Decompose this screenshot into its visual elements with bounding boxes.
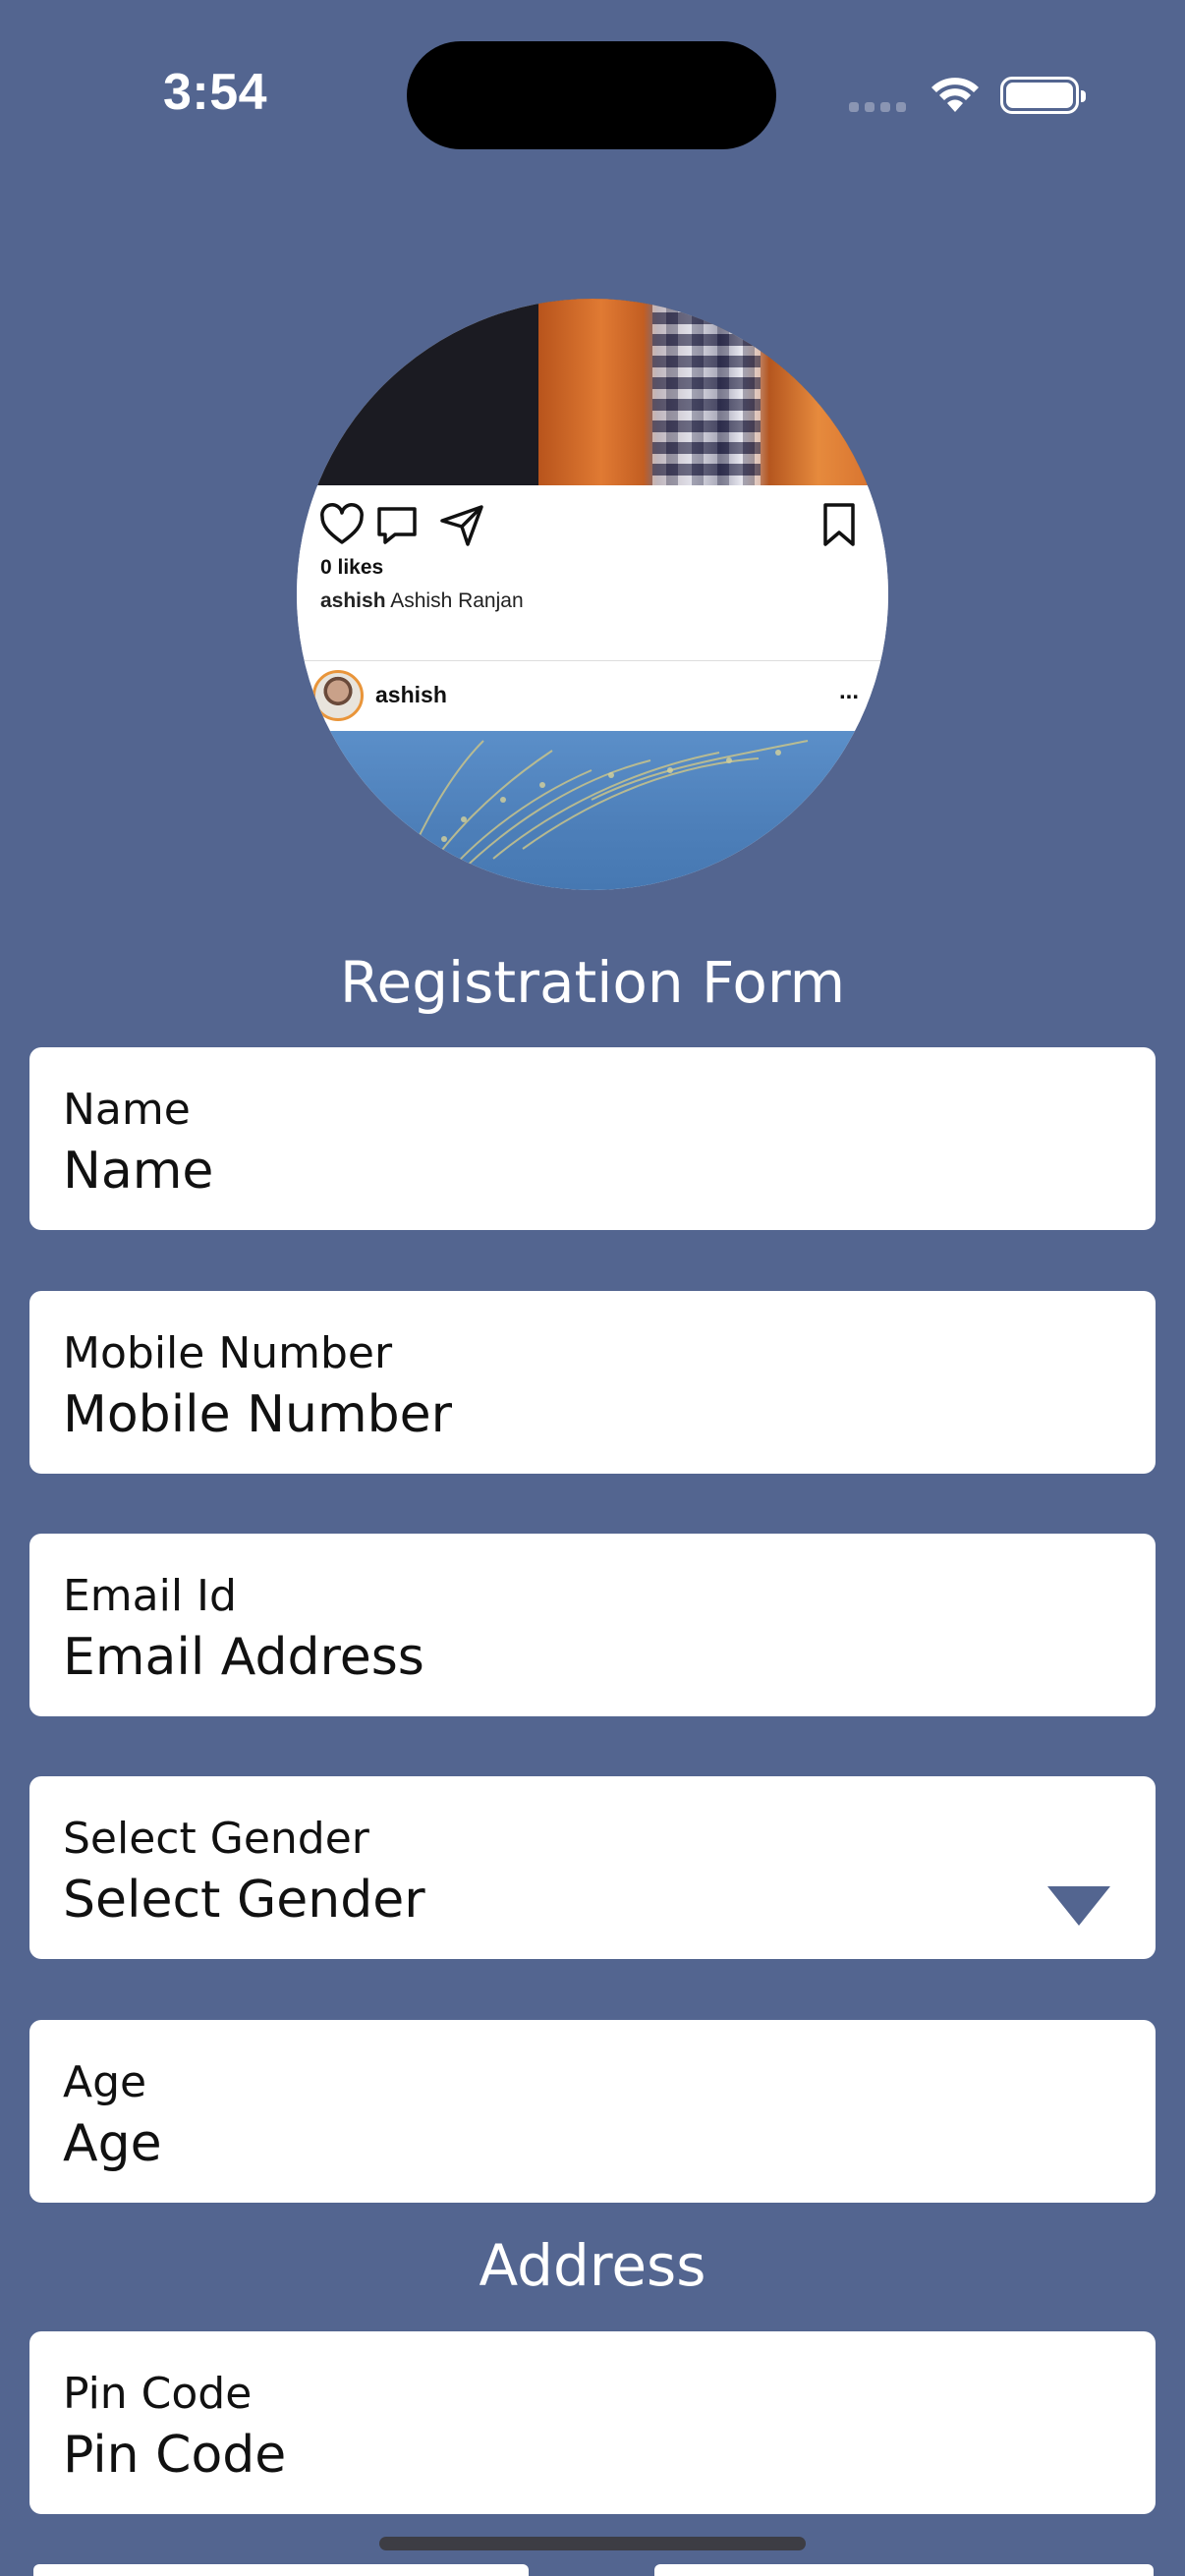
next-field-left[interactable] xyxy=(33,2564,529,2576)
caption-text: Ashish Ranjan xyxy=(390,589,524,612)
cellular-signal-icon xyxy=(849,102,906,112)
email-label: Email Id xyxy=(63,1571,237,1621)
age-label: Age xyxy=(63,2057,147,2107)
gender-value[interactable]: Select Gender xyxy=(63,1871,1045,1930)
name-input[interactable]: Name xyxy=(63,1142,1045,1201)
address-title: Address xyxy=(479,2232,706,2299)
email-field[interactable]: Email Id Email Address xyxy=(29,1534,1156,1716)
name-field[interactable]: Name Name xyxy=(29,1047,1156,1230)
bookmark-icon xyxy=(823,503,855,546)
gender-select[interactable]: Select Gender Select Gender xyxy=(29,1776,1156,1959)
mobile-number-input[interactable]: Mobile Number xyxy=(63,1385,1045,1444)
caption-user: ashish xyxy=(320,589,386,612)
screen: 3:54 0 likes ashish Ashish Ranjan ashish… xyxy=(0,0,1185,2576)
grass-graphic xyxy=(404,740,809,890)
form-title: Registration Form xyxy=(339,949,846,1016)
more-options-icon: ... xyxy=(839,678,860,704)
avatar xyxy=(312,670,364,721)
name-label: Name xyxy=(63,1085,191,1135)
pin-code-input[interactable]: Pin Code xyxy=(63,2426,1045,2485)
send-icon xyxy=(440,505,483,546)
pin-code-label: Pin Code xyxy=(63,2369,253,2419)
email-input[interactable]: Email Address xyxy=(63,1628,1045,1687)
likes-count: 0 likes xyxy=(320,556,384,579)
age-input[interactable]: Age xyxy=(63,2114,1045,2173)
home-indicator[interactable] xyxy=(379,2537,806,2550)
mobile-number-label: Mobile Number xyxy=(63,1328,393,1378)
post-caption: ashish Ashish Ranjan xyxy=(320,589,524,613)
age-field[interactable]: Age Age xyxy=(29,2020,1156,2203)
photo-top xyxy=(297,299,888,485)
pin-code-field[interactable]: Pin Code Pin Code xyxy=(29,2331,1156,2514)
comment-icon xyxy=(377,507,417,544)
mobile-number-field[interactable]: Mobile Number Mobile Number xyxy=(29,1291,1156,1474)
status-time: 3:54 xyxy=(163,64,268,121)
dynamic-island xyxy=(407,41,776,149)
chevron-down-icon[interactable] xyxy=(1045,1884,1112,1928)
battery-icon xyxy=(1000,77,1086,114)
next-field-right[interactable] xyxy=(654,2564,1154,2576)
post-actions xyxy=(318,501,485,548)
gender-label: Select Gender xyxy=(63,1814,369,1864)
post-divider xyxy=(297,660,888,661)
post-username: ashish xyxy=(375,682,447,707)
heart-icon xyxy=(320,503,364,544)
wifi-icon xyxy=(931,78,979,112)
profile-photo[interactable]: 0 likes ashish Ashish Ranjan ashish ... xyxy=(297,299,888,890)
photo-bottom xyxy=(297,731,888,890)
